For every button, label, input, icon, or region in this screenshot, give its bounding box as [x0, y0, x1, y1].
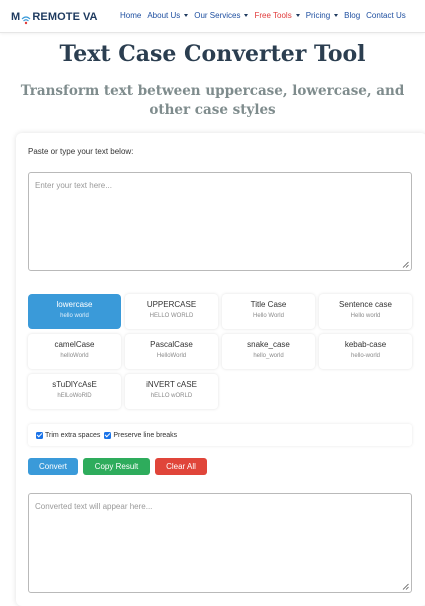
case-option-sentence-case[interactable]: Sentence case Hello world: [319, 294, 412, 329]
trim-spaces-checkbox[interactable]: [36, 431, 43, 439]
case-option-uppercase[interactable]: UPPERCASE HELLO WORLD: [125, 294, 218, 329]
output-textarea[interactable]: Converted text will appear here...: [28, 493, 412, 593]
nav-home[interactable]: Home: [120, 11, 141, 20]
convert-button[interactable]: Convert: [28, 458, 78, 475]
page-subtitle: Transform text between uppercase, lowerc…: [20, 83, 405, 118]
case-option-studly-case[interactable]: sTuDlYcAsE hElLoWoRlD: [28, 374, 121, 409]
nav-our-services[interactable]: Our Services: [194, 11, 249, 20]
clear-all-button[interactable]: Clear All: [155, 458, 207, 475]
nav-contact-us-label: Contact Us: [366, 11, 406, 20]
nav-about-us-label: About Us: [147, 11, 181, 20]
logo-letter-m: M: [11, 11, 21, 23]
trim-spaces-label[interactable]: Trim extra spaces: [45, 432, 100, 439]
nav-free-tools-label: Free Tools: [254, 11, 292, 20]
preserve-line-breaks-label[interactable]: Preserve line breaks: [113, 432, 177, 439]
logo-word-va: VA: [83, 11, 98, 23]
nav-pricing[interactable]: Pricing: [305, 11, 339, 20]
nav-blog-label: Blog: [344, 11, 361, 20]
case-example: Hello world: [350, 313, 381, 319]
resize-handle-icon[interactable]: [402, 261, 409, 268]
case-option-kebab-case[interactable]: kebab-case hello-world: [319, 334, 412, 369]
case-option-title-case[interactable]: Title Case Hello World: [222, 294, 315, 329]
nav-pricing-label: Pricing: [305, 11, 331, 20]
nav-home-label: Home: [120, 11, 142, 20]
case-example: hello world: [60, 313, 89, 319]
case-example: Hello World: [253, 313, 284, 319]
input-label: Paste or type your text below:: [28, 147, 134, 156]
case-name: snake_case: [247, 340, 290, 349]
case-example: HelloWorld: [156, 353, 187, 359]
nav-about-us[interactable]: About Us: [147, 11, 189, 20]
site-header: M REMOTE VA Home About Us Our Services F…: [0, 0, 425, 33]
copy-result-button[interactable]: Copy Result: [83, 458, 150, 475]
input-textarea[interactable]: Enter your text here...: [28, 172, 412, 271]
options-bar: Trim extra spaces Preserve line breaks: [28, 424, 412, 446]
case-option-lowercase[interactable]: lowercase hello world: [28, 294, 121, 329]
case-example: hello-world: [350, 353, 380, 359]
chevron-down-icon: [334, 14, 339, 17]
case-option-pascal-case[interactable]: PascalCase HelloWorld: [125, 334, 218, 369]
case-option-camel-case[interactable]: camelCase helloWorld: [28, 334, 121, 369]
nav-free-tools[interactable]: Free Tools: [254, 11, 300, 20]
logo-word-remote: REMOTE: [32, 11, 81, 23]
case-name: Title Case: [250, 300, 287, 309]
output-placeholder: Converted text will appear here...: [35, 502, 153, 511]
nav-blog[interactable]: Blog: [344, 11, 360, 20]
chevron-down-icon: [184, 14, 189, 17]
page-title: Text Case Converter Tool: [59, 41, 366, 67]
resize-handle-icon[interactable]: [402, 583, 409, 590]
case-name: sTuDlYcAsE: [52, 380, 97, 389]
case-option-invert-case[interactable]: iNVERT cASE hELLO wORLD: [125, 374, 218, 409]
case-name: kebab-case: [344, 340, 387, 349]
input-placeholder: Enter your text here...: [35, 181, 112, 190]
case-example: hELLO wORLD: [150, 393, 193, 399]
case-example: helloWorld: [60, 353, 89, 359]
wifi-signal-icon: [21, 12, 31, 25]
case-name: UPPERCASE: [146, 300, 197, 309]
chevron-down-icon: [244, 14, 249, 17]
nav-our-services-label: Our Services: [194, 11, 241, 20]
case-name: Sentence case: [339, 300, 392, 309]
preserve-line-breaks-checkbox[interactable]: [104, 431, 112, 439]
case-name: lowercase: [56, 300, 93, 309]
case-name: iNVERT cASE: [146, 380, 197, 389]
case-example: hello_world: [253, 353, 284, 359]
case-example: hElLoWoRlD: [57, 393, 92, 399]
chevron-down-icon: [295, 14, 300, 17]
case-option-snake-case[interactable]: snake_case hello_world: [222, 334, 315, 369]
case-name: PascalCase: [150, 340, 193, 349]
nav-contact-us[interactable]: Contact Us: [366, 11, 406, 20]
site-logo[interactable]: M REMOTE VA: [11, 9, 98, 25]
case-name: camelCase: [54, 340, 95, 349]
main-nav: Home About Us Our Services Free Tools Pr…: [120, 11, 406, 20]
case-example: HELLO WORLD: [149, 313, 194, 319]
